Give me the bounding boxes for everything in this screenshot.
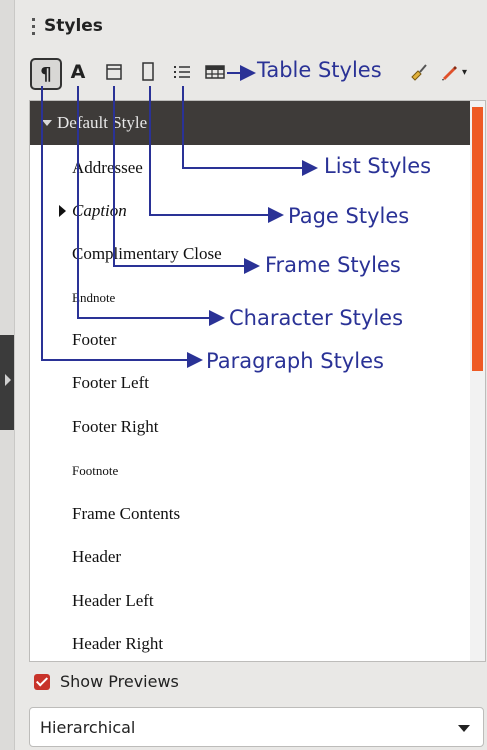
callout-page-styles: Page Styles: [288, 204, 410, 228]
style-label: Header Left: [72, 591, 154, 610]
list-styles-button[interactable]: [170, 58, 194, 86]
style-label: Header Right: [72, 634, 164, 653]
character-a-icon: A: [70, 61, 86, 83]
expander-collapsed-icon[interactable]: [59, 205, 66, 217]
styles-actions-button[interactable]: ▾: [438, 58, 468, 86]
callout-character-styles: Character Styles: [229, 306, 404, 330]
paint-bucket-icon: [411, 64, 427, 81]
new-style-icon: [441, 66, 457, 81]
pilcrow-icon: ¶: [40, 63, 52, 85]
chevron-down-icon: ▾: [461, 66, 468, 78]
style-label: Header: [72, 547, 122, 566]
callout-paragraph-styles: Paragraph Styles: [206, 349, 384, 373]
style-label: Endnote: [72, 290, 116, 305]
style-label: Footer Right: [72, 417, 159, 436]
chevron-down-icon: [458, 725, 470, 732]
scrollbar-thumb[interactable]: [472, 107, 483, 371]
style-label: Caption: [72, 201, 127, 220]
show-previews-checkbox[interactable]: [34, 673, 50, 690]
table-icon: [205, 65, 225, 79]
style-filter-value: Hierarchical: [40, 718, 136, 737]
show-previews-label: Show Previews: [60, 672, 179, 691]
table-styles-button[interactable]: [202, 58, 228, 86]
style-label: Footer: [72, 330, 117, 349]
style-label: Complimentary Close: [72, 244, 222, 263]
panel-title: Styles: [44, 16, 103, 36]
frame-icon: [106, 64, 122, 80]
style-label: Default Style: [57, 113, 148, 132]
paragraph-styles-button[interactable]: ¶: [30, 58, 62, 90]
page-styles-button[interactable]: [136, 58, 160, 86]
style-item-header-right[interactable]: Header Right: [30, 623, 470, 661]
style-item-complimentary-close[interactable]: Complimentary Close: [30, 233, 470, 275]
style-item-footer-right[interactable]: Footer Right: [30, 406, 470, 448]
style-label: Frame Contents: [72, 504, 181, 523]
page-icon: [142, 62, 154, 81]
callout-list-styles: List Styles: [324, 154, 432, 178]
styles-titlebar: Styles ×: [14, 0, 487, 52]
frame-styles-button[interactable]: [102, 58, 126, 86]
collapse-arrow-icon: [5, 374, 11, 386]
style-item-default-style[interactable]: Default Style: [30, 101, 470, 145]
drag-handle-icon[interactable]: [32, 18, 35, 35]
style-label: Addressee: [72, 158, 143, 177]
character-styles-button[interactable]: A: [66, 58, 90, 86]
list-icon: [174, 66, 190, 78]
styles-list[interactable]: Default Style Addressee Caption Complime…: [29, 100, 486, 662]
style-item-footnote[interactable]: Footnote: [30, 449, 470, 491]
style-label: Footer Left: [72, 373, 149, 392]
style-filter-dropdown[interactable]: Hierarchical: [29, 707, 484, 747]
callout-table-styles: Table Styles: [257, 58, 382, 82]
style-label: Footnote: [72, 463, 119, 478]
style-item-header-left[interactable]: Header Left: [30, 580, 470, 622]
style-item-frame-contents[interactable]: Frame Contents: [30, 493, 470, 535]
expander-expanded-icon[interactable]: [42, 120, 52, 126]
callout-frame-styles: Frame Styles: [265, 253, 401, 277]
fill-format-mode-button[interactable]: [408, 58, 430, 86]
style-item-header[interactable]: Header: [30, 536, 470, 578]
show-previews-toggle[interactable]: Show Previews: [34, 672, 179, 691]
